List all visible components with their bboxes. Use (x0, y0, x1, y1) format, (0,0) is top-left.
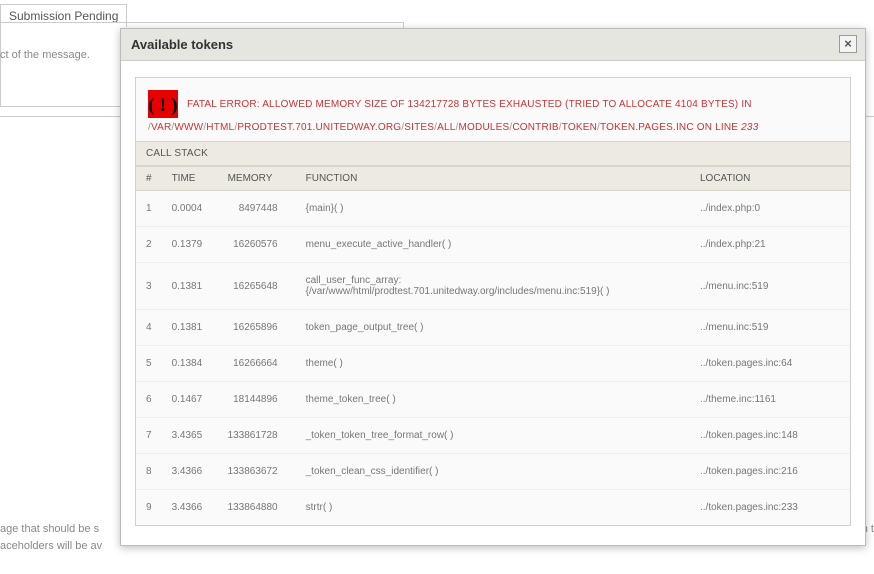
error-message: ( ! ) FATAL ERROR: ALLOWED MEMORY SIZE O… (136, 78, 850, 141)
cell-n: 3 (136, 263, 162, 310)
cell-n: 7 (136, 418, 162, 454)
hint-line1: age that should be s (0, 523, 99, 535)
cell-n: 1 (136, 191, 162, 227)
cell-location: ../token.pages.inc:148 (690, 418, 850, 454)
col-location: LOCATION (690, 167, 850, 191)
cell-memory: 133861728 (218, 418, 296, 454)
cell-function: call_user_func_array:{/var/www/html/prod… (296, 263, 690, 310)
close-button[interactable]: × (839, 35, 857, 53)
modal-body: ( ! ) FATAL ERROR: ALLOWED MEMORY SIZE O… (121, 61, 865, 536)
error-block: ( ! ) FATAL ERROR: ALLOWED MEMORY SIZE O… (135, 77, 851, 526)
cell-memory: 16266664 (218, 346, 296, 382)
cell-time: 0.1381 (162, 263, 218, 310)
cell-time: 0.1467 (162, 382, 218, 418)
cell-time: 0.1379 (162, 227, 218, 263)
cell-location: ../token.pages.inc:64 (690, 346, 850, 382)
table-row: 93.4366133864880strtr( )../token.pages.i… (136, 490, 850, 526)
cell-location: ../index.php:0 (690, 191, 850, 227)
subject-hint: ct of the message. (0, 49, 90, 61)
col-time: TIME (162, 167, 218, 191)
table-row: 30.138116265648call_user_func_array:{/va… (136, 263, 850, 310)
cell-function: strtr( ) (296, 490, 690, 526)
cell-memory: 16260576 (218, 227, 296, 263)
call-stack-table: # TIME MEMORY FUNCTION LOCATION 10.00048… (136, 166, 850, 525)
table-row: 60.146718144896theme_token_tree( )../the… (136, 382, 850, 418)
error-icon: ( ! ) (148, 90, 178, 118)
cell-function: token_page_output_tree( ) (296, 310, 690, 346)
cell-time: 0.0004 (162, 191, 218, 227)
table-row: 83.4366133863672_token_clean_css_identif… (136, 454, 850, 490)
cell-time: 0.1381 (162, 310, 218, 346)
cell-n: 2 (136, 227, 162, 263)
cell-function: _token_clean_css_identifier( ) (296, 454, 690, 490)
hint-line2: aceholders will be av (0, 540, 102, 552)
cell-function: theme_token_tree( ) (296, 382, 690, 418)
cell-location: ../menu.inc:519 (690, 263, 850, 310)
cell-memory: 133864880 (218, 490, 296, 526)
modal-title: Available tokens (131, 37, 233, 52)
table-row: 20.137916260576menu_execute_active_handl… (136, 227, 850, 263)
close-icon: × (844, 36, 852, 51)
table-row: 40.138116265896token_page_output_tree( )… (136, 310, 850, 346)
cell-time: 3.4366 (162, 490, 218, 526)
table-row: 50.138416266664theme( )../token.pages.in… (136, 346, 850, 382)
cell-location: ../token.pages.inc:216 (690, 454, 850, 490)
cell-memory: 133863672 (218, 454, 296, 490)
cell-location: ../token.pages.inc:233 (690, 490, 850, 526)
cell-n: 4 (136, 310, 162, 346)
cell-n: 5 (136, 346, 162, 382)
cell-memory: 8497448 (218, 191, 296, 227)
cell-time: 3.4366 (162, 454, 218, 490)
col-memory: MEMORY (218, 167, 296, 191)
cell-time: 3.4365 (162, 418, 218, 454)
error-line2: /VAR/WWW/HTML/PRODTEST.701.UNITEDWAY.ORG… (148, 122, 838, 133)
cell-location: ../index.php:21 (690, 227, 850, 263)
table-row: 10.00048497448{main}( )../index.php:0 (136, 191, 850, 227)
cell-time: 0.1384 (162, 346, 218, 382)
table-header-row: # TIME MEMORY FUNCTION LOCATION (136, 167, 850, 191)
table-row: 73.4365133861728_token_token_tree_format… (136, 418, 850, 454)
col-number: # (136, 167, 162, 191)
call-stack-heading: CALL STACK (136, 141, 850, 166)
cell-n: 6 (136, 382, 162, 418)
svg-text:( ! ): ( ! ) (148, 95, 177, 116)
available-tokens-modal: Available tokens × ( ! ) FATAL ERROR: AL… (120, 28, 866, 546)
col-function: FUNCTION (296, 167, 690, 191)
cell-location: ../theme.inc:1161 (690, 382, 850, 418)
cell-function: theme( ) (296, 346, 690, 382)
cell-memory: 18144896 (218, 382, 296, 418)
cell-memory: 16265648 (218, 263, 296, 310)
modal-header: Available tokens × (121, 29, 865, 61)
cell-function: menu_execute_active_handler( ) (296, 227, 690, 263)
cell-n: 9 (136, 490, 162, 526)
error-line1: FATAL ERROR: ALLOWED MEMORY SIZE OF 1342… (187, 99, 752, 110)
cell-memory: 16265896 (218, 310, 296, 346)
tab-label: Submission Pending (9, 9, 118, 23)
cell-n: 8 (136, 454, 162, 490)
cell-function: {main}( ) (296, 191, 690, 227)
cell-location: ../menu.inc:519 (690, 310, 850, 346)
cell-function: _token_token_tree_format_row( ) (296, 418, 690, 454)
